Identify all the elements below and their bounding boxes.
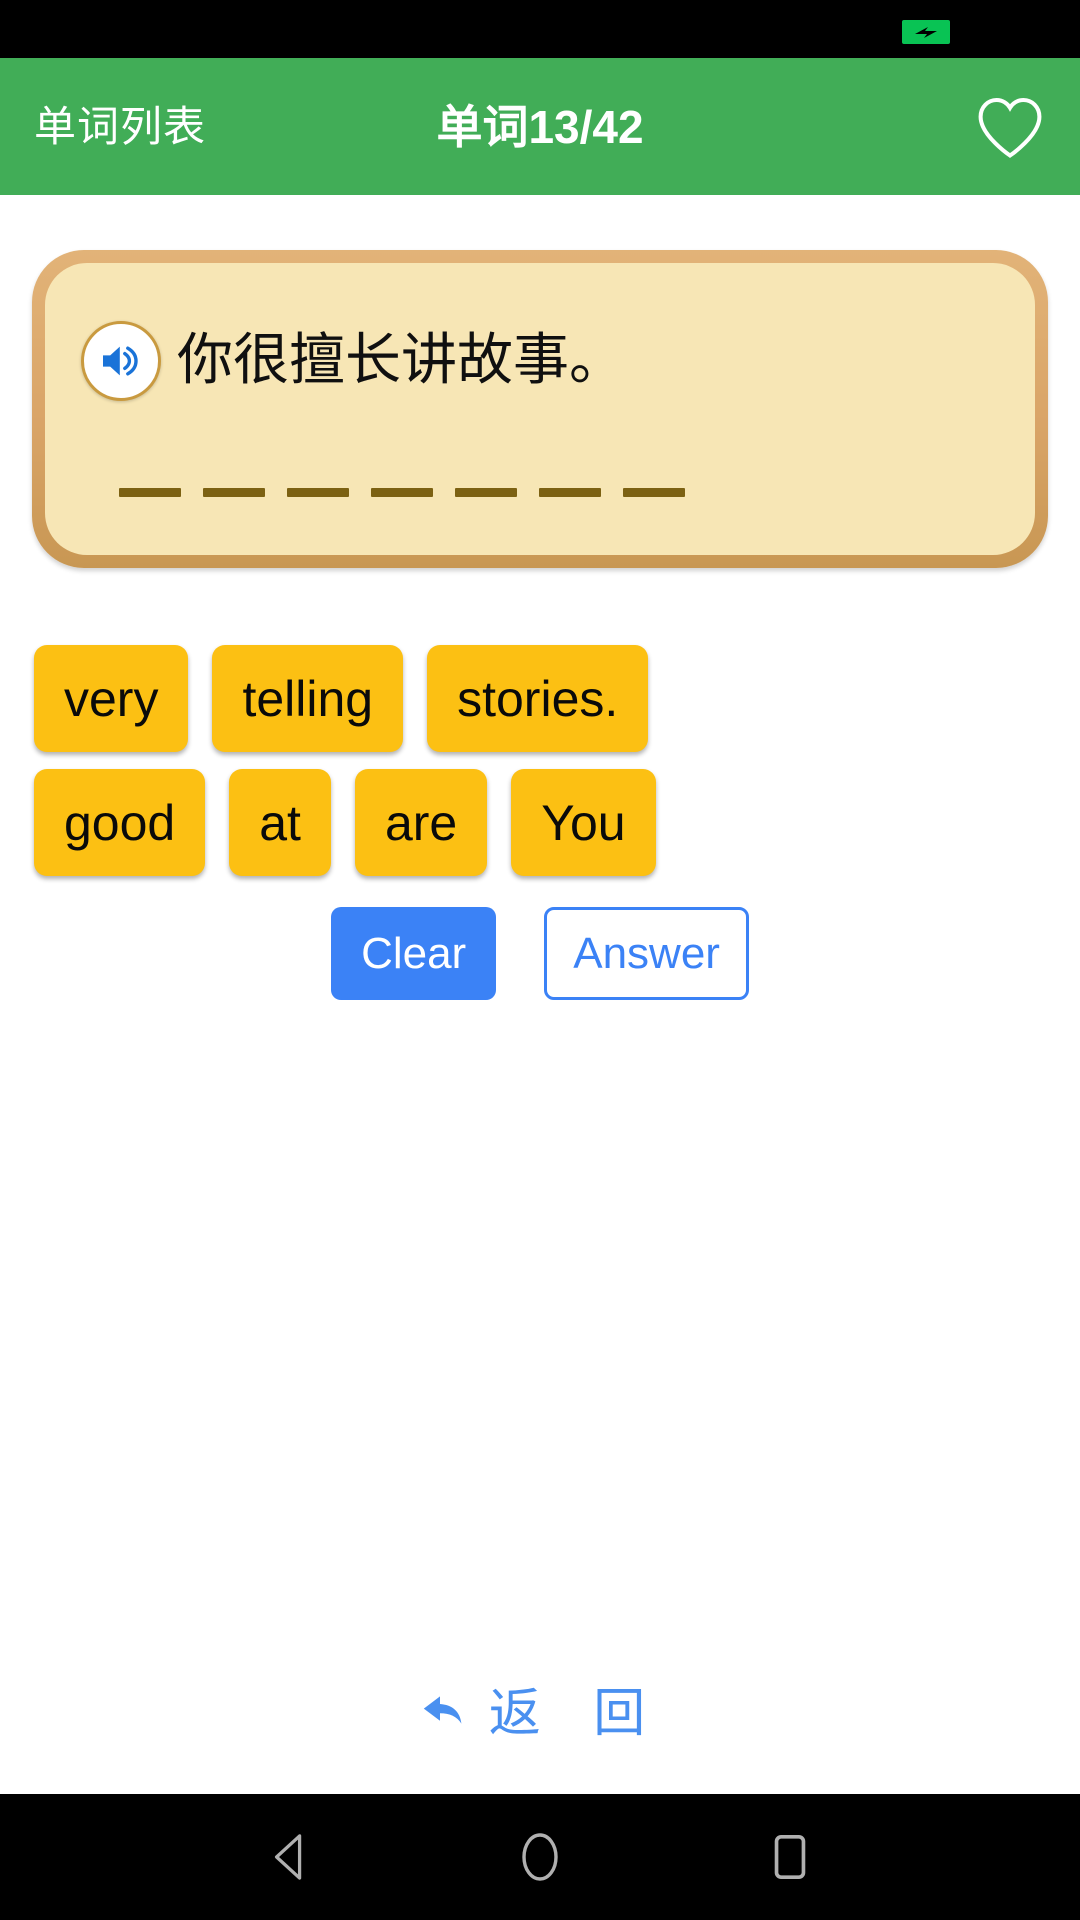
blank-dash[interactable] (287, 488, 349, 497)
return-label: 返 回 (488, 1684, 664, 1744)
word-tile[interactable]: are (354, 769, 488, 876)
android-nav-bar (0, 1794, 1080, 1920)
speaker-button[interactable] (81, 321, 161, 401)
circle-home-icon (520, 1831, 560, 1883)
nav-back-button[interactable] (254, 1821, 326, 1893)
blank-dash[interactable] (539, 488, 601, 497)
answer-blanks[interactable] (119, 488, 685, 497)
status-bar (0, 0, 1080, 58)
favorite-button[interactable] (974, 94, 1046, 160)
nav-home-button[interactable] (504, 1821, 576, 1893)
sentence-row: 你很擅长讲故事。 (81, 321, 625, 401)
word-tile[interactable]: telling (212, 645, 404, 752)
clear-button[interactable]: Clear (331, 907, 497, 1000)
blank-dash[interactable] (371, 488, 433, 497)
word-tile[interactable]: stories. (427, 645, 649, 752)
triangle-back-icon (267, 1832, 313, 1882)
app-bar: 单词列表 单词13/42 (0, 58, 1080, 195)
blank-dash[interactable] (119, 488, 181, 497)
sentence-text: 你很擅长讲故事。 (177, 328, 625, 394)
main-content: 你很擅长讲故事。 very telling stories. good at a… (0, 195, 1080, 1794)
word-tile-row: good at are You (34, 769, 1046, 876)
app-screen: 单词列表 单词13/42 你很擅长讲故事。 very telling stori… (0, 0, 1080, 1920)
return-link[interactable]: 返 回 (0, 1688, 1080, 1740)
sentence-card-inner: 你很擅长讲故事。 (45, 263, 1035, 555)
word-tile[interactable]: at (229, 769, 331, 876)
back-arrow-icon (417, 1688, 473, 1740)
word-tile[interactable]: You (511, 769, 656, 876)
word-tile-row: very telling stories. (34, 645, 1046, 752)
word-tiles: very telling stories. good at are You (34, 645, 1046, 893)
speaker-icon (97, 337, 145, 385)
word-tile[interactable]: very (34, 645, 189, 752)
blank-dash[interactable] (623, 488, 685, 497)
blank-dash[interactable] (203, 488, 265, 497)
answer-button[interactable]: Answer (544, 907, 749, 1000)
nav-recents-button[interactable] (754, 1821, 826, 1893)
battery-charging-icon (902, 20, 950, 44)
sentence-card: 你很擅长讲故事。 (32, 250, 1048, 568)
heart-outline-icon (974, 94, 1046, 160)
blank-dash[interactable] (455, 488, 517, 497)
square-recents-icon (772, 1832, 808, 1882)
word-tile[interactable]: good (34, 769, 206, 876)
action-buttons: Clear Answer (0, 907, 1080, 1000)
word-list-back-button[interactable]: 单词列表 (34, 105, 206, 148)
